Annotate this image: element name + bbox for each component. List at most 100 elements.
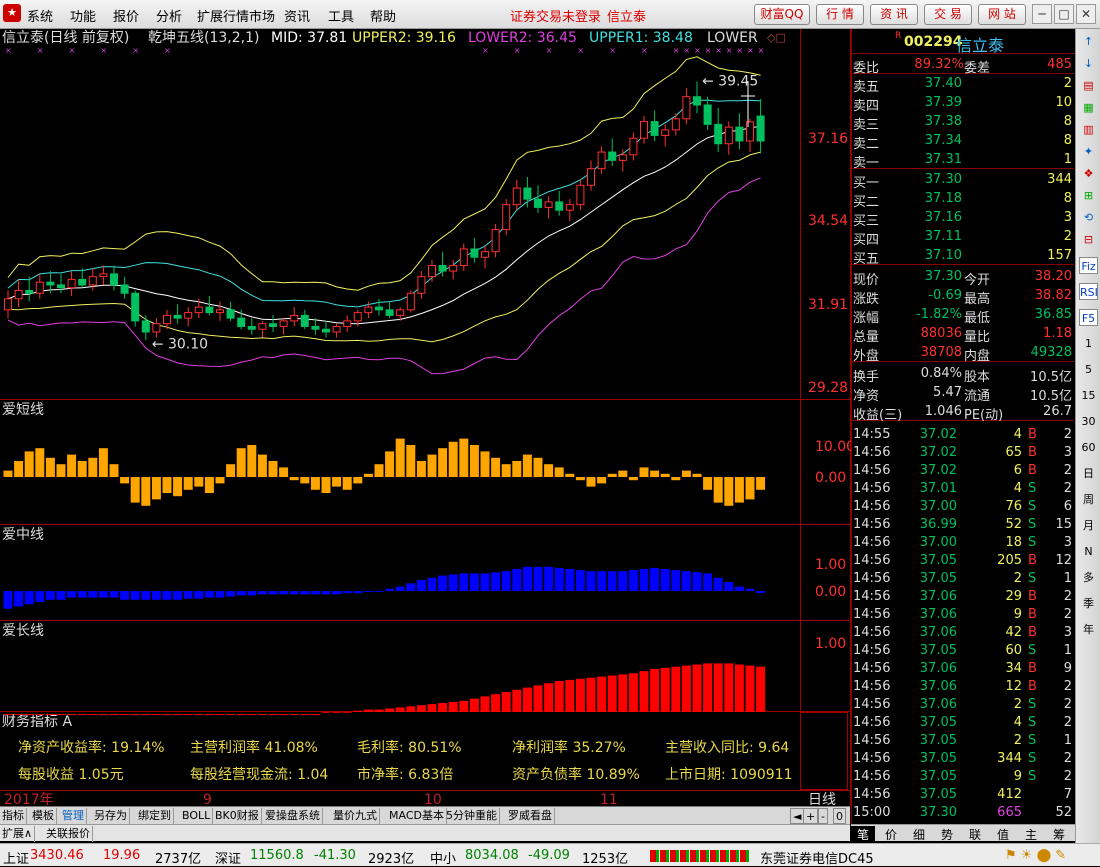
- long-bar: [565, 679, 575, 712]
- reset-zoom-icon[interactable]: 0: [833, 808, 846, 824]
- trade-button[interactable]: 交 易: [924, 4, 972, 25]
- period-button[interactable]: 1: [1079, 335, 1098, 352]
- period-button[interactable]: 15: [1079, 387, 1098, 404]
- menu-function[interactable]: 功能: [70, 6, 96, 25]
- toolbar-tool-icon[interactable]: ↑: [1079, 33, 1098, 50]
- related-quote-button[interactable]: 关联报价: [44, 826, 93, 842]
- menu-analysis[interactable]: 分析: [156, 6, 182, 25]
- long-bar: [459, 700, 469, 712]
- bid-row: 买四 37.11 2: [853, 229, 1072, 248]
- mid-bar: [226, 591, 236, 597]
- period-button[interactable]: N: [1079, 543, 1098, 560]
- period-button[interactable]: 多: [1079, 569, 1098, 586]
- period-button[interactable]: RSI: [1079, 283, 1098, 300]
- tray-icons[interactable]: ⚑ ☀ ⬤ ✎: [1005, 848, 1066, 863]
- tick-row: 14:56 37.06 42 B 3: [853, 625, 1072, 640]
- login-status[interactable]: 证券交易未登录: [510, 6, 601, 25]
- website-button[interactable]: 网 站: [978, 4, 1026, 25]
- period-button[interactable]: 年: [1079, 621, 1098, 638]
- toolbar-tool-icon[interactable]: ▤: [1079, 77, 1098, 94]
- zoom-out-icon[interactable]: -: [818, 808, 828, 824]
- period-button[interactable]: 季: [1079, 595, 1098, 612]
- tab-template[interactable]: 模板: [30, 808, 57, 824]
- chart-expand-icon[interactable]: ◇□: [767, 31, 786, 44]
- zoom-in-icon[interactable]: +: [803, 808, 819, 824]
- market-button[interactable]: 行 情: [816, 4, 864, 25]
- menu-news[interactable]: 资讯: [284, 6, 310, 25]
- tab-manage[interactable]: 管理: [60, 808, 87, 824]
- period-button[interactable]: 周: [1079, 491, 1098, 508]
- toolbar-tool-icon[interactable]: ⊞: [1079, 187, 1098, 204]
- tab-save-as[interactable]: 另存为: [92, 808, 130, 824]
- tab-luowei[interactable]: 罗威看盘: [506, 808, 555, 824]
- tick-row: 14:56 36.99 52 S 15: [853, 517, 1072, 532]
- quote-tab[interactable]: 势: [935, 826, 959, 843]
- tab-bind-to[interactable]: 绑定到: [136, 808, 174, 824]
- maximize-icon[interactable]: □: [1054, 4, 1074, 24]
- toolbar-tool-icon[interactable]: ✦: [1079, 143, 1098, 160]
- menu-help[interactable]: 帮助: [370, 6, 396, 25]
- tick-row: 14:56 37.06 2 S 2: [853, 697, 1072, 712]
- toolbar-tool-icon[interactable]: ▥: [1079, 121, 1098, 138]
- news-button[interactable]: 资 讯: [870, 4, 918, 25]
- tab-5min[interactable]: 5分钟重能: [444, 808, 500, 824]
- short-bar: [459, 438, 469, 477]
- candle[interactable]: [131, 290, 140, 327]
- tab-macd[interactable]: MACD基本: [387, 808, 447, 824]
- long-bar: [98, 714, 108, 715]
- mid-bar: [173, 591, 183, 600]
- short-bar: [650, 470, 660, 477]
- period-button[interactable]: 月: [1079, 517, 1098, 534]
- fin-pb: 市净率: 6.83倍: [357, 767, 454, 783]
- close-icon[interactable]: ✕: [1076, 4, 1096, 24]
- tab-boll[interactable]: BOLL: [180, 808, 214, 824]
- expand-button[interactable]: 扩展∧: [0, 826, 36, 842]
- long-bar: [554, 681, 564, 712]
- quote-tab[interactable]: 主: [1019, 826, 1043, 843]
- period-button[interactable]: F5: [1079, 309, 1098, 326]
- quote-tab[interactable]: 笔: [851, 826, 875, 843]
- menu-system[interactable]: 系统: [27, 6, 53, 25]
- toolbar-tool-icon[interactable]: ❖: [1079, 165, 1098, 182]
- short-bar: [660, 473, 670, 477]
- quote-tab[interactable]: 值: [991, 826, 1015, 843]
- period-button[interactable]: 5: [1079, 361, 1098, 378]
- candle[interactable]: [406, 290, 415, 313]
- menu-quote[interactable]: 报价: [113, 6, 139, 25]
- signal-marker: ×: [715, 46, 722, 55]
- quote-tab[interactable]: 细: [907, 826, 931, 843]
- period-button[interactable]: 60: [1079, 439, 1098, 456]
- quote-tab[interactable]: 价: [879, 826, 903, 843]
- signal-marker: ×: [69, 46, 76, 55]
- period-button[interactable]: 日: [1079, 465, 1098, 482]
- toolbar-tool-icon[interactable]: ↓: [1079, 55, 1098, 72]
- wealth-qq-button[interactable]: 财富QQ: [754, 4, 810, 25]
- minimize-icon[interactable]: ─: [1032, 4, 1052, 24]
- period-button[interactable]: 30: [1079, 413, 1098, 430]
- quote-panel: R 002294 信立泰 委比 89.32% 委差 485 卖五 37.40 2 卖四 37.3…: [851, 29, 1075, 847]
- candle[interactable]: [502, 199, 511, 236]
- toolbar-tool-icon[interactable]: ⊟: [1079, 231, 1098, 248]
- period-button[interactable]: Fiz: [1079, 257, 1098, 274]
- toolbar-tool-icon[interactable]: ⟲: [1079, 209, 1098, 226]
- short-bar: [554, 467, 564, 477]
- mid-bar: [279, 591, 289, 595]
- short-bar: [734, 477, 744, 503]
- mid-bar: [734, 586, 744, 591]
- tab-aicaopan[interactable]: 爱操盘系统: [263, 808, 323, 824]
- short-bar: [257, 454, 267, 477]
- tab-liangjia[interactable]: 量价九式: [331, 808, 380, 824]
- tab-bk0-report[interactable]: BK0财报: [213, 808, 262, 824]
- quote-tab[interactable]: 筹: [1047, 826, 1071, 843]
- long-bar: [35, 714, 45, 715]
- tab-indicator[interactable]: 指标: [0, 808, 27, 824]
- high-annotation: ← 39.45: [702, 73, 758, 89]
- chart-area[interactable]: 信立泰(日线 前复权) 乾坤五线(13,2,1) MID: 37.81 UPPE…: [0, 29, 851, 806]
- mid-bar: [480, 573, 490, 591]
- menu-tools[interactable]: 工具: [328, 6, 354, 25]
- short-bar: [427, 454, 437, 477]
- toolbar-tool-icon[interactable]: ▦: [1079, 99, 1098, 116]
- menu-extended-market[interactable]: 扩展行情市场: [197, 6, 275, 25]
- period-label[interactable]: 日线: [808, 792, 836, 806]
- quote-tab[interactable]: 联: [963, 826, 987, 843]
